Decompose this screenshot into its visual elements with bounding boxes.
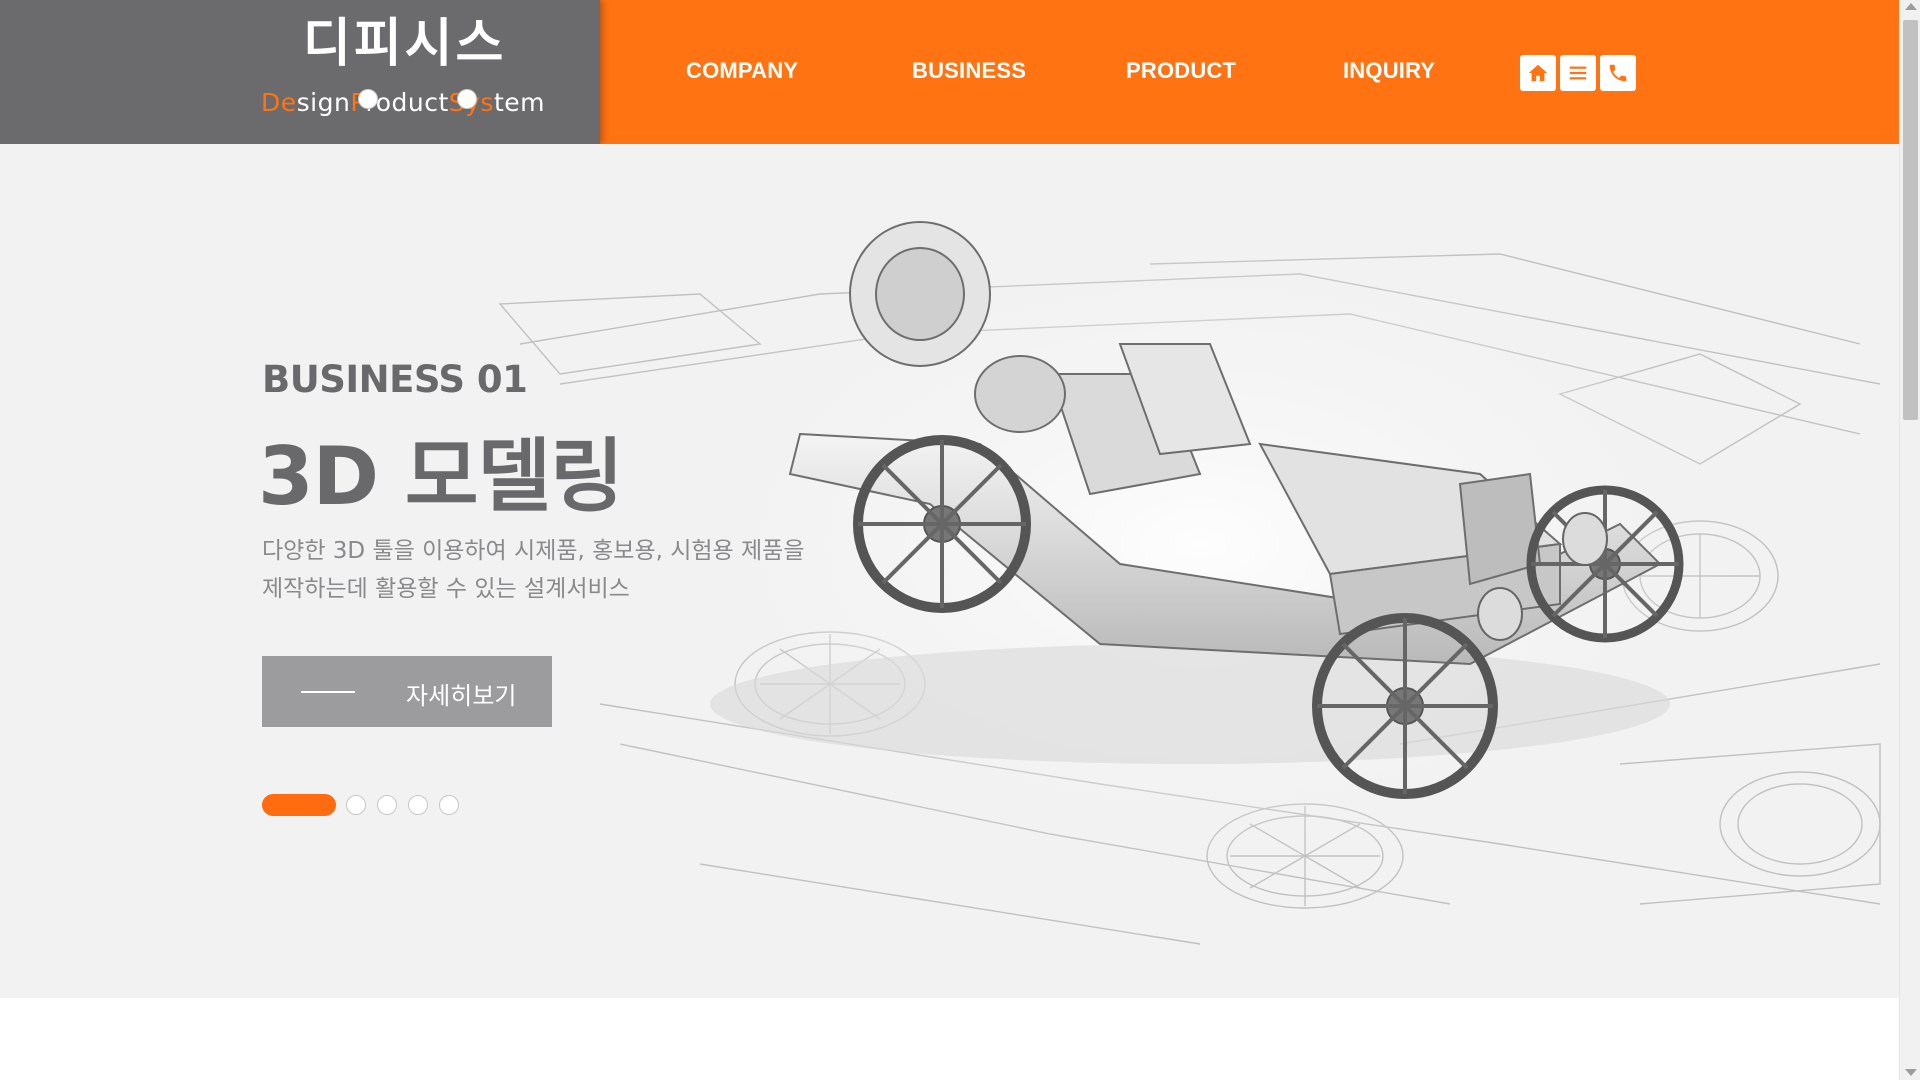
slide-title: 3D 모델링 (258, 430, 624, 523)
logo-title: 디피시스 (303, 14, 507, 74)
button-dash (301, 691, 355, 693)
nav-company[interactable]: COMPANY (686, 58, 798, 84)
home-button[interactable] (1520, 55, 1556, 91)
nav-business[interactable]: BUSINESS (912, 58, 1026, 84)
logo-sub-rest: tem (493, 88, 546, 117)
nav-product[interactable]: PRODUCT (1126, 58, 1236, 84)
scrollbar-thumb[interactable] (1903, 20, 1918, 420)
menu-button[interactable] (1560, 55, 1596, 91)
slide-dot-active[interactable] (262, 794, 336, 816)
view-details-label: 자세히보기 (406, 682, 517, 710)
scroll-down-arrow-icon[interactable] (1905, 1069, 1917, 1076)
slide-dot[interactable] (346, 795, 366, 815)
logo-sub-rest: sign (296, 88, 351, 117)
logo-sub-separator: • (456, 89, 477, 111)
scroll-up-arrow-icon[interactable] (1905, 3, 1917, 10)
slide-label: BUSINESS 01 (262, 358, 528, 401)
slide-dot[interactable] (408, 795, 428, 815)
phone-button[interactable] (1600, 55, 1636, 91)
slide-description-line: 다양한 3D 툴을 이용하여 시제품, 홍보용, 시험용 제품을 (262, 538, 805, 564)
menu-icon (1569, 66, 1587, 80)
vertical-scrollbar[interactable] (1899, 0, 1920, 1080)
hero-slider: BUSINESS 01 3D 모델링 다양한 3D 툴을 이용하여 시제품, 홍… (0, 144, 1899, 998)
slide-dot[interactable] (377, 795, 397, 815)
phone-icon (1609, 64, 1627, 82)
site-header: 디피시스 Design•Product•System COMPANY BUSIN… (0, 0, 1899, 144)
logo-sub-highlight: De (261, 88, 297, 117)
logo-subtitle: Design•Product•System (261, 88, 545, 117)
page: 디피시스 Design•Product•System COMPANY BUSIN… (0, 0, 1899, 1080)
slide-description-line: 제작하는데 활용할 수 있는 설계서비스 (262, 576, 630, 602)
slide-description: 다양한 3D 툴을 이용하여 시제품, 홍보용, 시험용 제품을 제작하는데 활… (262, 532, 902, 608)
logo-sub-rest: roduct (365, 88, 449, 117)
slide-dot[interactable] (439, 795, 459, 815)
home-icon (1528, 64, 1548, 82)
logo[interactable]: 디피시스 Design•Product•System (0, 0, 600, 144)
nav-inquiry[interactable]: INQUIRY (1343, 58, 1435, 84)
view-details-button[interactable]: 자세히보기 (262, 656, 552, 727)
